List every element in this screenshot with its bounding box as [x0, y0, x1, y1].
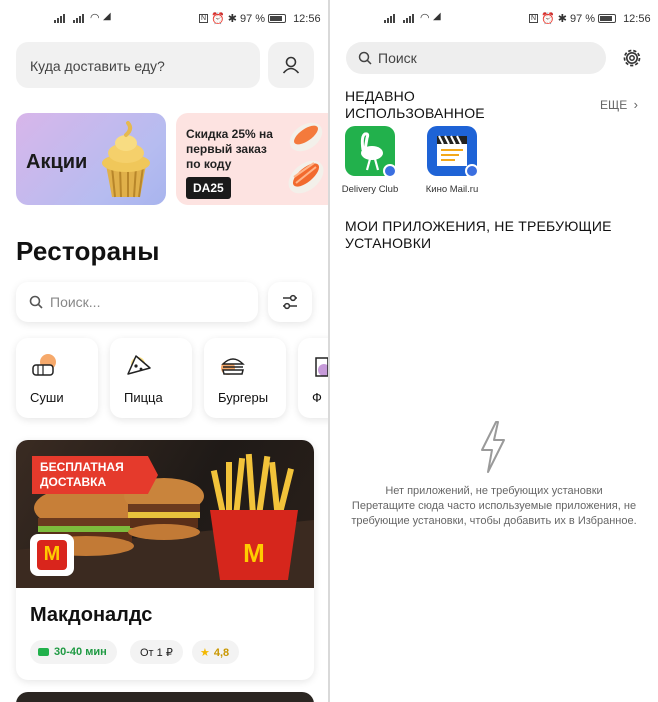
clock: 12:56 — [623, 12, 651, 25]
lightning-icon — [481, 421, 505, 473]
category-pizza[interactable]: Пицца — [110, 338, 192, 418]
quick-apps-screen: ◠ ◢ N ⏰ ✱ 97 % 12:56 Поиск НЕДАВНО ИСПОЛ… — [330, 0, 658, 702]
rating: 4,8 — [213, 647, 230, 659]
category-sushi[interactable]: Суши — [16, 338, 98, 418]
delivery-club-ostrich-icon — [345, 126, 397, 178]
cupcake-icon — [102, 121, 150, 198]
bluetooth-icon: ✱ — [227, 13, 237, 25]
empty-state-hint: Перетащите сюда часто используемые прило… — [351, 500, 637, 527]
nfc-icon: N — [199, 14, 209, 23]
svg-text:M: M — [243, 538, 265, 568]
bluetooth-icon: ✱ — [557, 13, 567, 25]
more-link[interactable]: ЕЩЕ › — [600, 97, 638, 112]
quick-app-badge-icon — [465, 164, 479, 178]
status-bar: ◠ ◢ N ⏰ ✱ 97 % 12:56 — [330, 0, 658, 38]
battery-percent: 97 % — [569, 12, 596, 25]
mcdonalds-logo-icon: M — [43, 543, 61, 565]
chevron-right-icon: › — [633, 97, 638, 112]
category-label: Ф — [312, 390, 322, 405]
category-burgers[interactable]: Бургеры — [204, 338, 286, 418]
signal-icon — [54, 14, 65, 23]
star-icon: ★ — [200, 647, 210, 659]
pizza-icon — [127, 355, 151, 375]
food-delivery-app-screen: ◠ ◢ N ⏰ ✱ 97 % 12:56 Куда доставить еду?… — [0, 0, 328, 702]
category-partial[interactable]: Ф — [298, 338, 328, 418]
signal-icon — [384, 14, 395, 23]
restaurant-image: M БЕСПЛАТНАЯ ДОСТАВКА M — [16, 440, 314, 588]
sushi-image — [288, 122, 324, 194]
filter-button[interactable] — [268, 282, 312, 322]
signal-icon — [403, 14, 414, 23]
restaurants-heading: Рестораны — [16, 236, 160, 266]
category-label: Суши — [30, 390, 64, 405]
wifi-icon: ◠ — [420, 12, 430, 24]
gear-icon[interactable] — [619, 45, 645, 71]
battery-percent: 97 % — [239, 12, 266, 25]
search-placeholder: Поиск... — [50, 294, 101, 310]
restaurant-card[interactable]: M БЕСПЛАТНАЯ ДОСТАВКА M Макдоналдс 30-40… — [16, 440, 314, 680]
category-label: Бургеры — [218, 390, 269, 405]
app-label: Кино Mail.ru — [425, 184, 479, 195]
kino-mail-clapperboard-icon — [427, 126, 479, 178]
clock: 12:56 — [293, 12, 321, 25]
restaurant-card-next[interactable] — [16, 692, 314, 702]
telegram-icon: ◢ — [103, 11, 111, 22]
more-label: ЕЩЕ — [600, 98, 628, 112]
search-icon — [29, 295, 43, 309]
promo-title: Акции — [26, 151, 88, 173]
delivery-truck-icon — [38, 648, 49, 656]
category-label: Пицца — [124, 390, 163, 405]
min-price: От 1 ₽ — [140, 647, 173, 659]
delivery-time-chip: 30-40 мин — [30, 640, 117, 664]
rating-chip: ★ 4,8 — [192, 640, 240, 664]
wifi-icon: ◠ — [90, 12, 100, 24]
profile-button[interactable] — [268, 42, 314, 88]
nfc-icon: N — [529, 14, 539, 23]
free-delivery-badge: БЕСПЛАТНАЯ ДОСТАВКА — [32, 456, 158, 494]
promo-banner-stocks[interactable]: Акции — [16, 113, 166, 205]
app-search-input[interactable]: Поиск — [346, 42, 606, 74]
min-price-chip: От 1 ₽ — [130, 640, 183, 664]
signal-icon — [73, 14, 84, 23]
search-icon — [358, 51, 372, 65]
recent-section-title: НЕДАВНО ИСПОЛЬЗОВАННОЕ — [345, 88, 485, 121]
delivery-time: 30-40 мин — [54, 646, 107, 658]
app-label: Delivery Club — [341, 184, 399, 195]
user-icon — [282, 56, 300, 74]
empty-state-title: Нет приложений, не требующих установки — [385, 485, 603, 497]
status-bar: ◠ ◢ N ⏰ ✱ 97 % 12:56 — [0, 0, 328, 38]
no-install-section-title: МОИ ПРИЛОЖЕНИЯ, НЕ ТРЕБУЮЩИЕ УСТАНОВКИ — [345, 218, 612, 251]
alarm-icon: ⏰ — [211, 13, 225, 25]
app-kino-mail[interactable]: Кино Mail.ru — [419, 126, 485, 195]
sushi-icon — [32, 354, 56, 376]
alarm-icon: ⏰ — [541, 13, 555, 25]
app-delivery-club[interactable]: Delivery Club — [337, 126, 403, 195]
burger-icon — [221, 358, 245, 375]
restaurant-name: Макдоналдс — [30, 604, 153, 626]
restaurant-search-input[interactable]: Поиск... — [16, 282, 258, 322]
address-field[interactable]: Куда доставить еду? — [16, 42, 260, 88]
battery-icon — [268, 14, 287, 23]
search-placeholder: Поиск — [378, 50, 417, 66]
promo-banner-discount[interactable]: Скидка 25% на первый заказ по коду DA25 — [176, 113, 328, 205]
quick-app-badge-icon — [383, 164, 397, 178]
battery-icon — [598, 14, 617, 23]
drink-icon — [315, 357, 328, 377]
promo-discount-text: Скидка 25% на первый заказ по коду — [186, 127, 273, 171]
restaurant-logo: M — [30, 534, 74, 576]
sliders-icon — [283, 294, 297, 310]
promo-code: DA25 — [186, 177, 231, 199]
telegram-icon: ◢ — [433, 11, 441, 22]
